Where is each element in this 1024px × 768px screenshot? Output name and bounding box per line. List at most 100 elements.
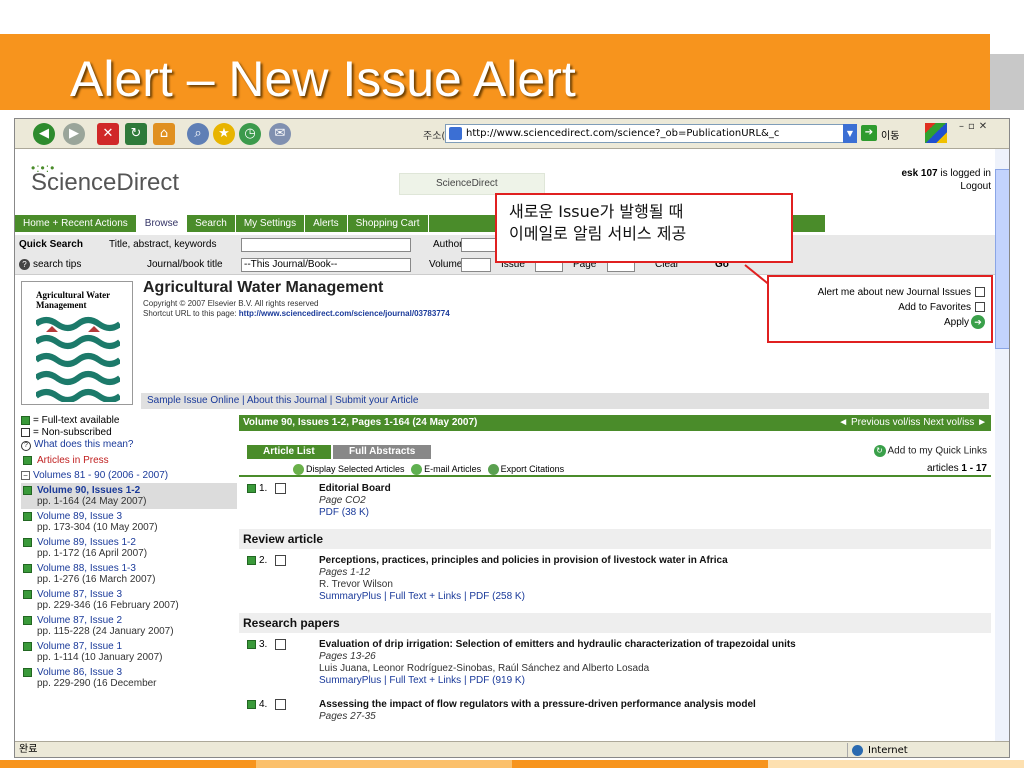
- globe-icon: [852, 745, 863, 756]
- article-item: 2. Perceptions, practices, principles an…: [239, 549, 991, 609]
- security-zone: Internet: [847, 743, 908, 757]
- history-icon[interactable]: ◷: [239, 123, 261, 145]
- tab-row: Article List Full Abstracts ↻ Add to my Q…: [239, 441, 991, 463]
- nav-alerts[interactable]: Alerts: [305, 215, 348, 232]
- volumes-group-toggle[interactable]: − Volumes 81 - 90 (2006 - 2007): [21, 468, 237, 483]
- status-bar: 완료 Internet: [15, 741, 1009, 757]
- article-title[interactable]: Evaluation of drip irrigation: Selection…: [319, 639, 991, 651]
- journal-title-label: Journal/book title: [147, 259, 223, 270]
- article-title[interactable]: Editorial Board: [319, 483, 991, 495]
- back-icon[interactable]: ◀: [33, 123, 55, 145]
- article-actions: Display Selected Articles E-mail Article…: [239, 463, 991, 477]
- author-label: Author: [433, 239, 463, 250]
- article-checkbox[interactable]: [275, 483, 287, 494]
- legend-full-text: = Full-text available: [21, 415, 237, 427]
- journal-links[interactable]: Sample Issue Online | About this Journal…: [141, 393, 989, 409]
- section-header-research: Research papers: [239, 613, 991, 633]
- favorites-star-icon[interactable]: ★: [213, 123, 235, 145]
- nav-home[interactable]: Home + Recent Actions: [15, 215, 137, 232]
- article-links[interactable]: SummaryPlus | Full Text + Links | PDF (2…: [319, 591, 991, 603]
- add-quick-links-button[interactable]: ↻ Add to my Quick Links: [873, 445, 987, 457]
- stop-icon[interactable]: ✕: [97, 123, 119, 145]
- volume-item[interactable]: Volume 89, Issue 3 pp. 173-304 (10 May 20…: [21, 509, 237, 535]
- article-links[interactable]: PDF (38 K): [319, 507, 991, 519]
- mini-logo-banner: ScienceDirect: [399, 173, 545, 195]
- nav-shopping-cart[interactable]: Shopping Cart: [348, 215, 429, 232]
- article-checkbox[interactable]: [275, 555, 287, 566]
- mail-icon[interactable]: ✉: [269, 123, 291, 145]
- article-authors: Luis Juana, Leonor Rodríguez-Sinobas, Ra…: [319, 663, 650, 674]
- article-item: 4. Assessing the impact of flow regulato…: [239, 693, 991, 729]
- legend-help-link[interactable]: ? What does this mean?: [21, 439, 237, 451]
- journal-copyright: Copyright © 2007 Elsevier B.V. All right…: [143, 299, 319, 308]
- full-text-icon: [23, 590, 32, 599]
- logout-link[interactable]: Logout: [960, 181, 991, 192]
- forward-icon[interactable]: ▶: [63, 123, 85, 145]
- user-name: esk 107: [901, 168, 938, 179]
- full-text-icon: [247, 556, 256, 565]
- journal-title-input[interactable]: --This Journal/Book--: [241, 258, 411, 272]
- article-checkbox[interactable]: [275, 639, 287, 650]
- volume-item[interactable]: Volume 87, Issue 3 pp. 229-346 (16 Februa…: [21, 587, 237, 613]
- search-icon[interactable]: ⌕: [187, 123, 209, 145]
- full-text-icon: [247, 640, 256, 649]
- search-tips-link[interactable]: ? search tips: [19, 259, 81, 270]
- legend-non-subscribed: = Non-subscribed: [21, 427, 237, 439]
- alert-new-issues-option[interactable]: Alert me about new Journal Issues: [775, 285, 985, 300]
- browser-toolbar: ◀ ▶ ✕ ↻ ⌂ ⌕ ★ ◷ ✉ 주소(D) http://www.scien…: [15, 119, 1009, 149]
- volume-item[interactable]: Volume 89, Issues 1-2 pp. 1-172 (16 April…: [21, 535, 237, 561]
- window-controls-icon[interactable]: –▫✕: [959, 121, 991, 132]
- journal-shortcut: Shortcut URL to this page: http://www.sc…: [143, 309, 450, 318]
- tab-article-list[interactable]: Article List: [247, 445, 331, 459]
- article-checkbox[interactable]: [275, 699, 287, 710]
- check-icon: [293, 464, 304, 476]
- journal-shortcut-url[interactable]: http://www.sciencedirect.com/science/jou…: [239, 309, 450, 318]
- volume-item[interactable]: Volume 87, Issue 1 pp. 1-114 (10 January …: [21, 639, 237, 665]
- volume-item[interactable]: Volume 87, Issue 2 pp. 115-228 (24 Januar…: [21, 613, 237, 639]
- email-articles-button[interactable]: E-mail Articles: [407, 464, 481, 476]
- volume-nav-links[interactable]: ◄ Previous vol/iss Next vol/iss ►: [838, 415, 987, 431]
- article-item: 3. Evaluation of drip irrigation: Select…: [239, 633, 991, 693]
- volume-item[interactable]: Volume 88, Issues 1-3 pp. 1-276 (16 March…: [21, 561, 237, 587]
- go-arrow-icon[interactable]: ➔: [861, 125, 877, 141]
- alert-checkbox[interactable]: [975, 287, 985, 298]
- vertical-scrollbar[interactable]: [995, 149, 1009, 741]
- nav-search[interactable]: Search: [187, 215, 236, 232]
- full-text-icon: [247, 484, 256, 493]
- volume-input[interactable]: [461, 258, 491, 272]
- volume-item[interactable]: Volume 86, Issue 3 pp. 229-290 (16 Decemb…: [21, 665, 237, 691]
- go-label[interactable]: 이동: [881, 127, 899, 142]
- scroll-thumb[interactable]: [995, 169, 1009, 349]
- volume-header: Volume 90, Issues 1-2, Pages 1-164 (24 M…: [239, 415, 991, 431]
- article-item: 1. Editorial Board Page CO2 PDF (38 K): [239, 477, 991, 525]
- nav-my-settings[interactable]: My Settings: [236, 215, 306, 232]
- favorites-checkbox[interactable]: [975, 302, 985, 313]
- address-dropdown-icon[interactable]: ▼: [843, 124, 857, 143]
- nav-browse[interactable]: Browse: [136, 215, 188, 232]
- export-citations-button[interactable]: Export Citations: [484, 464, 564, 476]
- full-text-icon: [23, 642, 32, 651]
- volume-item[interactable]: Volume 90, Issues 1-2 pp. 1-164 (24 May 2…: [21, 483, 237, 509]
- email-icon: [411, 464, 423, 476]
- apply-button[interactable]: Apply ➔: [775, 315, 985, 330]
- article-pages: Pages 13-26: [319, 651, 376, 662]
- article-title[interactable]: Assessing the impact of flow regulators …: [319, 699, 991, 711]
- page-icon: [449, 127, 462, 140]
- quick-search-label: Quick Search: [19, 239, 83, 250]
- logged-in-text: is logged in: [940, 168, 991, 179]
- question-icon: ?: [21, 441, 31, 451]
- user-info: esk 107 is logged in Logout: [901, 167, 991, 193]
- address-bar[interactable]: http://www.sciencedirect.com/science?_ob…: [445, 124, 845, 143]
- site-logo[interactable]: •:•:• ScienceDirect: [31, 161, 179, 197]
- articles-in-press-link[interactable]: Articles in Press: [21, 453, 237, 468]
- add-favorites-option[interactable]: Add to Favorites: [775, 300, 985, 315]
- home-icon[interactable]: ⌂: [153, 123, 175, 145]
- display-selected-button[interactable]: Display Selected Articles: [289, 464, 405, 476]
- journal-cover[interactable]: Agricultural Water Management: [21, 281, 133, 405]
- refresh-icon[interactable]: ↻: [125, 123, 147, 145]
- tab-full-abstracts[interactable]: Full Abstracts: [333, 445, 432, 459]
- full-text-icon: [23, 564, 32, 573]
- article-links[interactable]: SummaryPlus | Full Text + Links | PDF (9…: [319, 675, 991, 687]
- keywords-input[interactable]: [241, 238, 411, 252]
- article-title[interactable]: Perceptions, practices, principles and p…: [319, 555, 991, 567]
